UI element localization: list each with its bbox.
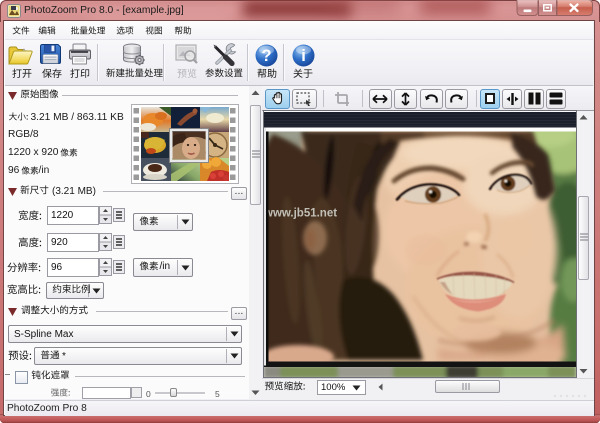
svg-text:www.jb51.net: www.jb51.net xyxy=(263,208,337,220)
svg-text:?: ? xyxy=(261,47,271,65)
svg-text:i: i xyxy=(301,47,306,65)
